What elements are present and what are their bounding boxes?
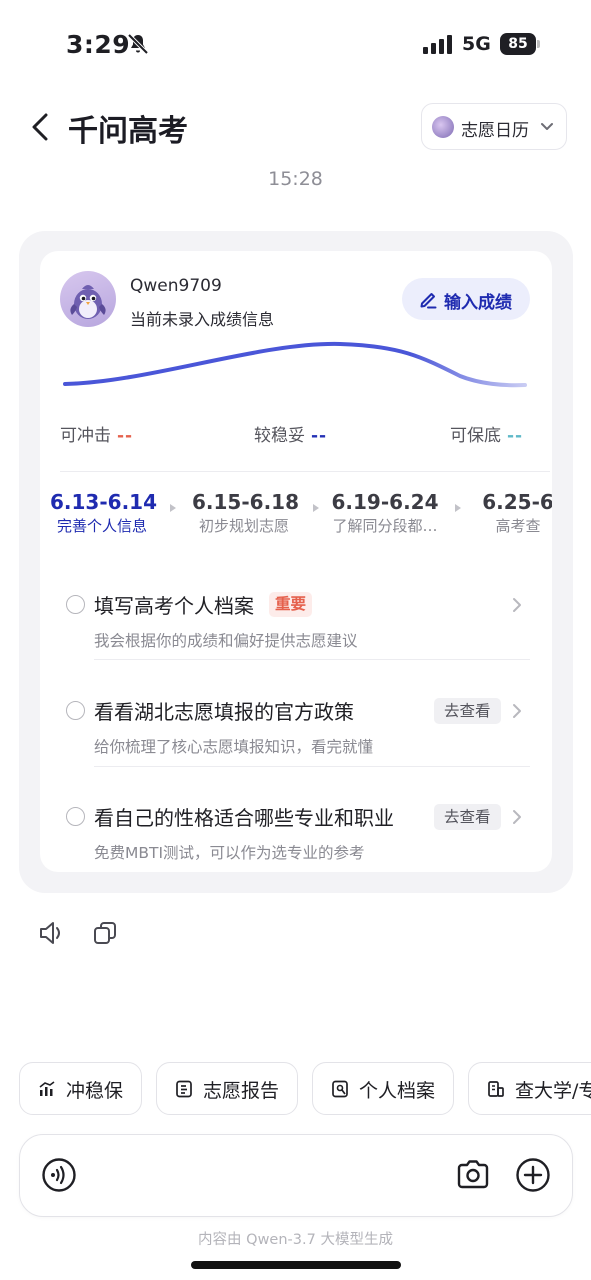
battery-level: 85 bbox=[500, 33, 536, 55]
chevron-right-icon bbox=[513, 810, 521, 824]
signal-icon bbox=[423, 35, 452, 54]
profile-icon bbox=[332, 1080, 348, 1098]
task-checkbox[interactable] bbox=[66, 595, 85, 614]
score-status-text: 当前未录入成绩信息 bbox=[130, 310, 275, 329]
network-label: 5G bbox=[462, 33, 491, 55]
chip-label: 冲稳保 bbox=[66, 1080, 124, 1102]
mascot-avatar-icon bbox=[432, 116, 454, 138]
level-match-value: -- bbox=[311, 426, 328, 446]
page-title: 千问高考 bbox=[68, 114, 188, 149]
admission-levels: 可冲击 -- 较稳妥 -- 可保底 -- bbox=[60, 421, 530, 447]
view-button[interactable]: 去查看 bbox=[434, 698, 501, 724]
level-reach-value: -- bbox=[117, 426, 134, 446]
building-icon bbox=[488, 1081, 504, 1097]
status-time: 3:29 bbox=[66, 30, 131, 59]
timeline-label: 完善个人信息 bbox=[56, 517, 147, 535]
plus-icon[interactable] bbox=[515, 1157, 551, 1193]
level-safety-value: -- bbox=[507, 426, 524, 446]
task-item-personality[interactable]: 看自己的性格适合哪些专业和职业 去查看 免费MBTI测试，可以作为选专业的参考 bbox=[40, 777, 552, 872]
home-indicator[interactable] bbox=[191, 1261, 401, 1269]
plan-card: Qwen9709 当前未录入成绩信息 输入成绩 可冲击 -- 较稳妥 -- 可保底 -… bbox=[40, 251, 552, 872]
view-button[interactable]: 去查看 bbox=[434, 804, 501, 830]
timeline-date: 6.15-6.18 bbox=[192, 490, 299, 514]
calendar-button[interactable]: 志愿日历 bbox=[421, 103, 567, 150]
input-score-button[interactable]: 输入成绩 bbox=[402, 278, 530, 320]
divider bbox=[94, 766, 530, 767]
level-reach: 可冲击 -- bbox=[60, 421, 133, 446]
task-title: 看看湖北志愿填报的官方政策 bbox=[94, 700, 354, 724]
chart-icon bbox=[39, 1081, 55, 1096]
timeline-step-2[interactable]: 6.15-6.18 初步规划志愿 bbox=[192, 489, 299, 537]
back-icon[interactable] bbox=[26, 109, 56, 145]
task-checkbox[interactable] bbox=[66, 807, 85, 826]
chat-input-bar[interactable] bbox=[19, 1134, 573, 1217]
important-badge: 重要 bbox=[269, 592, 313, 617]
timeline-label: 了解同分段都… bbox=[332, 517, 438, 535]
timeline-label: 高考查 bbox=[495, 517, 541, 535]
task-description: 我会根据你的成绩和偏好提供志愿建议 bbox=[94, 632, 358, 650]
timeline-date: 6.25-6 bbox=[482, 490, 552, 514]
level-match: 较稳妥 -- bbox=[254, 421, 327, 446]
caret-right-icon bbox=[455, 504, 461, 512]
level-safety-label: 可保底 bbox=[450, 426, 501, 446]
timeline-date: 6.19-6.24 bbox=[331, 490, 439, 514]
timeline-step-1[interactable]: 6.13-6.14 完善个人信息 bbox=[50, 489, 157, 537]
ai-disclaimer: 内容由 Qwen-3.7 大模型生成 bbox=[198, 1232, 393, 1248]
timeline-label: 初步规划志愿 bbox=[198, 517, 289, 535]
message-timestamp: 15:28 bbox=[268, 168, 323, 190]
chip-label: 志愿报告 bbox=[203, 1080, 280, 1102]
timeline: 6.13-6.14 完善个人信息 6.15-6.18 初步规划志愿 6.19-6… bbox=[40, 489, 552, 539]
level-safety: 可保底 -- bbox=[450, 421, 523, 446]
bell-off-icon bbox=[127, 33, 149, 55]
task-item-policy[interactable]: 看看湖北志愿填报的官方政策 去查看 给你梳理了核心志愿填报知识，看完就懂 bbox=[40, 671, 552, 771]
level-match-label: 较稳妥 bbox=[254, 426, 305, 446]
chevron-right-icon bbox=[513, 704, 521, 718]
input-score-label: 输入成绩 bbox=[444, 293, 512, 313]
caret-right-icon bbox=[313, 504, 319, 512]
task-description: 免费MBTI测试，可以作为选专业的参考 bbox=[94, 844, 365, 862]
chip-label: 查大学/专 bbox=[515, 1080, 591, 1102]
timeline-step-4[interactable]: 6.25-6 高考查 bbox=[478, 489, 552, 537]
score-distribution-curve bbox=[63, 341, 527, 388]
caret-right-icon bbox=[170, 504, 176, 512]
task-checkbox[interactable] bbox=[66, 701, 85, 720]
chip-chongwenbao[interactable]: 冲稳保 bbox=[19, 1062, 142, 1115]
camera-icon[interactable] bbox=[456, 1158, 490, 1190]
task-item-profile[interactable]: 填写高考个人档案 重要 我会根据你的成绩和偏好提供志愿建议 bbox=[40, 565, 552, 665]
bird-mascot-icon bbox=[70, 285, 106, 319]
timeline-date: 6.13-6.14 bbox=[50, 490, 157, 514]
quick-actions: 冲稳保 志愿报告 个人档案 查大学/专 bbox=[19, 1062, 591, 1115]
edit-icon bbox=[420, 293, 437, 309]
calendar-button-label: 志愿日历 bbox=[461, 121, 529, 141]
status-bar: 3:29 5G 85 bbox=[0, 0, 591, 90]
avatar[interactable] bbox=[60, 271, 116, 327]
task-description: 给你梳理了核心志愿填报知识，看完就懂 bbox=[94, 738, 374, 756]
username: Qwen9709 bbox=[130, 276, 222, 296]
chevron-right-icon bbox=[513, 598, 521, 612]
report-icon bbox=[176, 1080, 192, 1098]
battery-icon: 85 bbox=[500, 33, 542, 55]
chip-report[interactable]: 志愿报告 bbox=[156, 1062, 298, 1115]
level-reach-label: 可冲击 bbox=[60, 426, 111, 446]
chip-label: 个人档案 bbox=[359, 1080, 436, 1102]
voice-input-icon[interactable] bbox=[41, 1157, 77, 1193]
task-title: 填写高考个人档案 bbox=[94, 594, 254, 618]
divider bbox=[60, 471, 550, 472]
task-title: 看自己的性格适合哪些专业和职业 bbox=[94, 806, 394, 830]
chip-search-university[interactable]: 查大学/专 bbox=[468, 1062, 591, 1115]
chip-profile[interactable]: 个人档案 bbox=[312, 1062, 454, 1115]
chevron-down-icon bbox=[541, 123, 553, 130]
speaker-icon[interactable] bbox=[38, 920, 66, 946]
timeline-step-3[interactable]: 6.19-6.24 了解同分段都… bbox=[328, 489, 442, 537]
copy-icon[interactable] bbox=[93, 921, 117, 945]
divider bbox=[94, 659, 530, 660]
